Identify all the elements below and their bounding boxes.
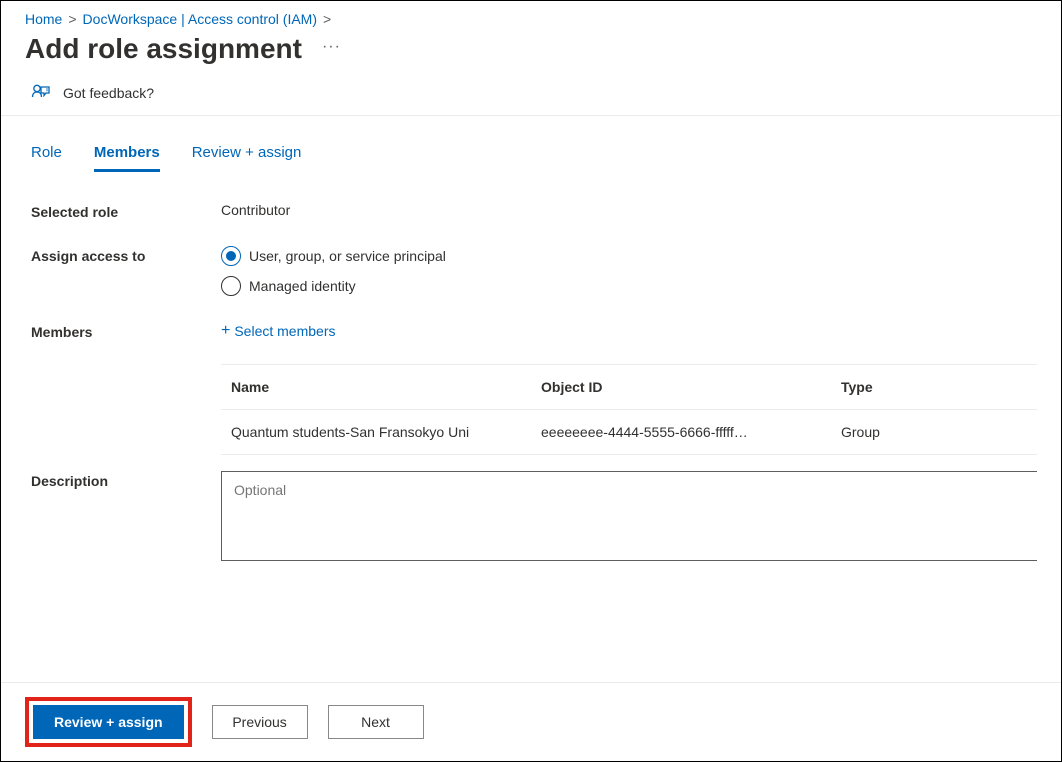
feedback-label: Got feedback? xyxy=(63,85,154,101)
feedback-link[interactable]: Got feedback? xyxy=(1,83,1061,116)
tab-role[interactable]: Role xyxy=(31,144,62,172)
select-members-link[interactable]: + Select members xyxy=(221,322,336,340)
chevron-right-icon: > xyxy=(323,11,331,27)
plus-icon: + xyxy=(221,322,230,340)
cell-object-id: eeeeeeee-4444-5555-6666-fffff… xyxy=(541,424,841,440)
col-header-object-id[interactable]: Object ID xyxy=(541,379,841,395)
radio-icon xyxy=(221,246,241,266)
members-label: Members xyxy=(31,322,221,455)
selected-role-label: Selected role xyxy=(31,202,221,220)
description-label: Description xyxy=(31,471,221,564)
tab-review-assign[interactable]: Review + assign xyxy=(192,144,302,172)
breadcrumb-home[interactable]: Home xyxy=(25,11,62,27)
selected-role-value: Contributor xyxy=(221,202,1061,220)
next-button[interactable]: Next xyxy=(328,705,424,739)
footer: Review + assign Previous Next xyxy=(1,682,1061,761)
table-row[interactable]: Quantum students-San Fransokyo Uni eeeee… xyxy=(221,410,1037,454)
highlight-annotation: Review + assign xyxy=(25,697,192,747)
cell-name: Quantum students-San Fransokyo Uni xyxy=(231,424,541,440)
radio-managed-label: Managed identity xyxy=(249,278,356,294)
chevron-right-icon: > xyxy=(68,11,76,27)
form-area: Selected role Contributor Assign access … xyxy=(1,172,1061,564)
radio-user-group-sp[interactable]: User, group, or service principal xyxy=(221,246,1037,266)
radio-icon xyxy=(221,276,241,296)
more-actions-icon[interactable]: ··· xyxy=(322,38,341,60)
tab-members[interactable]: Members xyxy=(94,144,160,172)
tabs: Role Members Review + assign xyxy=(1,116,1061,172)
cell-type: Group xyxy=(841,424,1027,440)
breadcrumb: Home > DocWorkspace | Access control (IA… xyxy=(1,1,1061,33)
col-header-type[interactable]: Type xyxy=(841,379,1027,395)
table-header: Name Object ID Type xyxy=(221,364,1037,410)
col-header-name[interactable]: Name xyxy=(231,379,541,395)
radio-user-label: User, group, or service principal xyxy=(249,248,446,264)
select-members-label: Select members xyxy=(234,323,335,339)
radio-managed-identity[interactable]: Managed identity xyxy=(221,276,1037,296)
previous-button[interactable]: Previous xyxy=(212,705,308,739)
page-title: Add role assignment xyxy=(25,33,302,65)
assign-access-radio-group: User, group, or service principal Manage… xyxy=(221,246,1037,296)
members-table: Name Object ID Type Quantum students-San… xyxy=(221,364,1037,455)
page-title-row: Add role assignment ··· xyxy=(1,33,1061,83)
review-assign-button[interactable]: Review + assign xyxy=(33,705,184,739)
description-input[interactable] xyxy=(221,471,1037,561)
feedback-icon xyxy=(31,83,53,103)
assign-access-label: Assign access to xyxy=(31,246,221,296)
breadcrumb-workspace[interactable]: DocWorkspace | Access control (IAM) xyxy=(83,11,317,27)
